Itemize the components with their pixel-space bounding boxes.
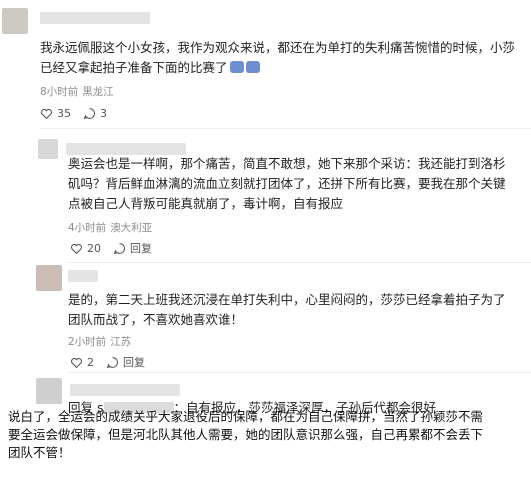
username-masked[interactable] bbox=[70, 384, 180, 396]
avatar[interactable] bbox=[38, 139, 58, 159]
comment-actions: 2 回复 bbox=[70, 354, 157, 370]
comment-actions: 35 3 bbox=[40, 107, 119, 120]
avatar[interactable] bbox=[36, 265, 62, 291]
emoji-icon bbox=[245, 61, 260, 73]
comment-count-button[interactable]: 3 bbox=[83, 107, 107, 120]
comment-meta: 8小时前 黑龙江 bbox=[40, 86, 114, 98]
like-button[interactable]: 2 bbox=[70, 356, 94, 369]
divider bbox=[68, 262, 531, 263]
like-icon bbox=[71, 357, 82, 368]
avatar[interactable] bbox=[36, 378, 62, 404]
reply-button[interactable]: 回复 bbox=[106, 354, 145, 370]
like-button[interactable]: 35 bbox=[40, 107, 71, 120]
reply-icon bbox=[106, 356, 119, 368]
comment-meta: 4小时前 澳大利亚 bbox=[68, 222, 153, 234]
comment-meta: 2小时前 江苏 bbox=[68, 336, 132, 348]
comment-text: 我永远佩服这个小女孩，我作为观众来说，都还在为单打的失利痛苦惋惜的时候，小莎 已… bbox=[40, 40, 516, 75]
comment-text: 是的，第二天上班我还沉浸在单打失利中，心里闷闷的，莎莎已经拿着拍子为了 团队而战… bbox=[68, 292, 506, 327]
like-icon bbox=[71, 243, 82, 254]
reply-button[interactable]: 回复 bbox=[113, 240, 152, 256]
comment-text: 奥运会也是一样啊，那个痛苦，简直不敢想，她下来那个采访：我还能打到洛杉 矶吗？背… bbox=[68, 156, 506, 211]
username-masked[interactable] bbox=[40, 12, 150, 24]
comment-icon bbox=[83, 108, 96, 120]
caption-text: 说白了，全运会的成绩关乎大家退役后的保障，都在为自己保障拼，当然了孙颖莎不需 要… bbox=[8, 409, 484, 460]
divider bbox=[68, 372, 531, 373]
like-icon bbox=[41, 109, 52, 120]
reply-icon bbox=[113, 242, 126, 254]
divider bbox=[40, 128, 531, 129]
comment-actions: 20 回复 bbox=[70, 240, 164, 256]
emoji-icon bbox=[229, 61, 244, 73]
username-masked[interactable] bbox=[68, 270, 98, 282]
avatar[interactable] bbox=[2, 8, 28, 34]
like-button[interactable]: 20 bbox=[70, 242, 101, 255]
